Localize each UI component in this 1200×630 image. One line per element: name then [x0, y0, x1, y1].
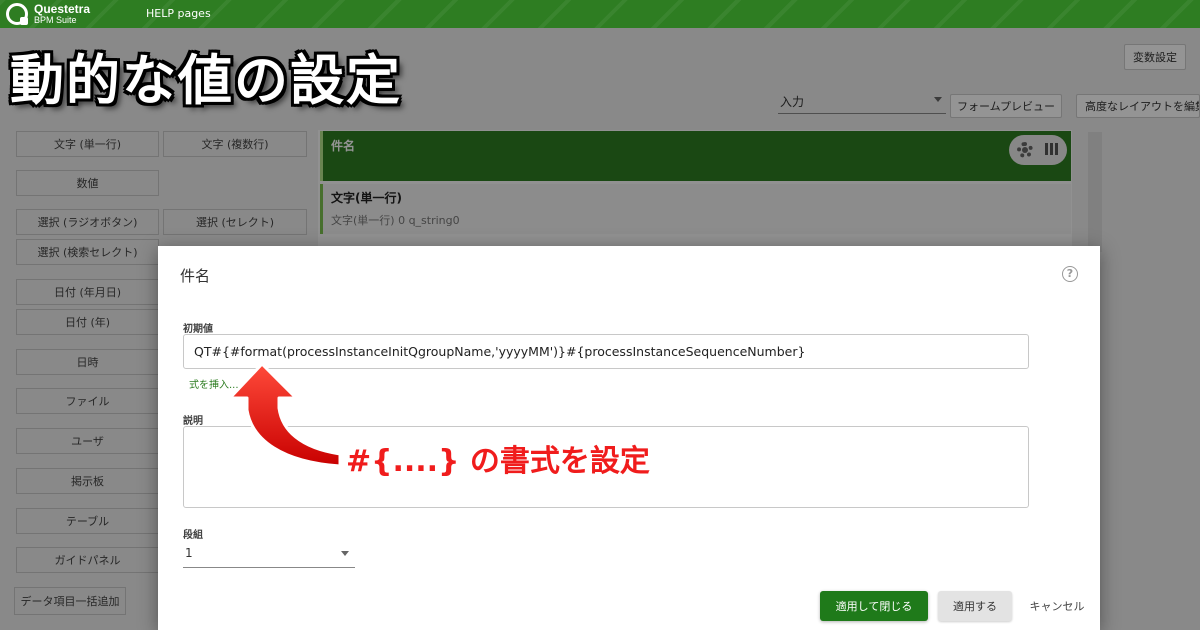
- brand: Questetra BPM Suite: [34, 3, 90, 25]
- apply-close-button[interactable]: 適用して閉じる: [820, 591, 928, 621]
- apply-button[interactable]: 適用する: [938, 591, 1012, 621]
- columns-select-value: 1: [185, 546, 193, 560]
- insert-expression-link[interactable]: 式を挿入...: [189, 376, 239, 391]
- help-icon[interactable]: ?: [1062, 266, 1078, 282]
- columns-label: 段組: [183, 530, 203, 541]
- help-pages-link[interactable]: HELP pages: [146, 7, 211, 20]
- dialog-title: 件名: [180, 267, 211, 285]
- initial-value-input[interactable]: QT#{#format(processInstanceInitQgroupNam…: [183, 334, 1029, 369]
- headline: 動的な値の設定: [10, 49, 402, 112]
- cancel-button[interactable]: キャンセル: [1026, 591, 1088, 621]
- brand-sub: BPM Suite: [34, 15, 77, 25]
- questetra-logo-icon: [6, 3, 28, 25]
- columns-select[interactable]: 1: [183, 544, 355, 568]
- chevron-down-icon: [341, 551, 349, 556]
- initial-value-label: 初期値: [183, 324, 213, 335]
- annotation-text: #{....} の書式を設定: [346, 444, 650, 479]
- top-bar: Questetra BPM Suite HELP pages: [0, 0, 1200, 28]
- description-label: 説明: [183, 416, 203, 427]
- brand-name: Questetra: [34, 2, 91, 16]
